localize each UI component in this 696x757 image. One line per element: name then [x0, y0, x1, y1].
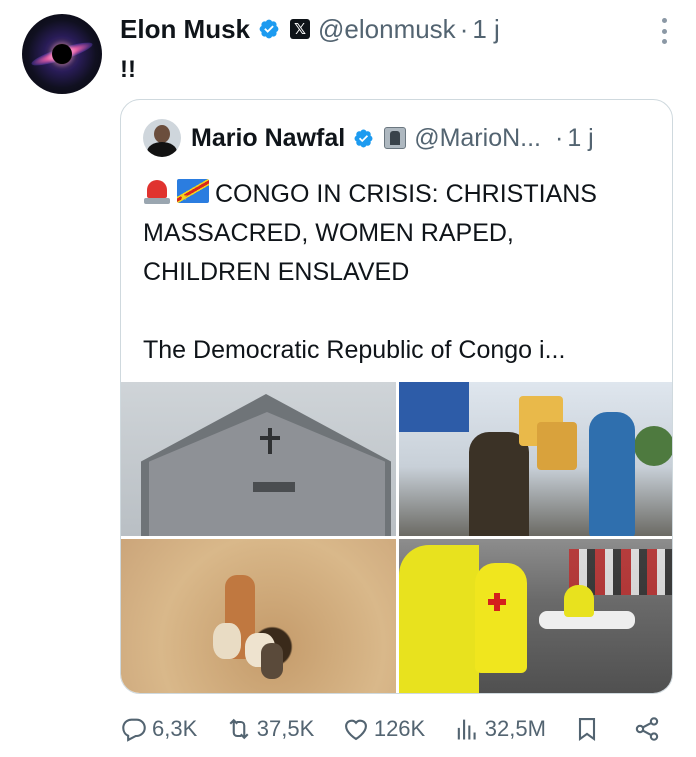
siren-emoji-icon [143, 176, 171, 206]
repost-button[interactable]: 37,5K [225, 715, 315, 743]
like-count: 126K [373, 716, 426, 741]
verified-badge-icon [354, 129, 373, 147]
author-avatar[interactable] [22, 14, 102, 94]
tweet-action-bar: 6,3K 37,5K 126K 32,5M [120, 711, 665, 747]
media-grid [121, 382, 672, 693]
media-image-red-cross-workers[interactable] [399, 539, 672, 693]
heart-icon [344, 719, 367, 741]
quoted-author-handle: @MarioN... [414, 123, 541, 152]
tweet-timestamp[interactable]: 1 j [472, 14, 499, 45]
reply-count: 6,3K [152, 716, 198, 741]
author-handle[interactable]: @elonmusk [318, 14, 456, 45]
share-icon [635, 717, 659, 741]
more-options-icon[interactable] [662, 18, 668, 44]
media-image-street-jerrycans[interactable] [399, 382, 672, 536]
headline-line-1: CONGO IN CRISIS: CHRISTIANS [215, 180, 597, 208]
like-button[interactable]: 126K [342, 715, 425, 743]
repost-count: 37,5K [256, 716, 315, 741]
quoted-tweet-text: CONGO IN CRISIS: CHRISTIANS MASSACRED, W… [143, 175, 658, 370]
media-image-church[interactable] [121, 382, 396, 536]
views-button[interactable]: 32,5M [453, 715, 546, 743]
views-chart-icon [457, 719, 476, 740]
views-count: 32,5M [484, 716, 546, 741]
separator-dot: · [459, 13, 469, 44]
quoted-tweet-header: Mario Nawfal @MarioN... · 1 j [143, 118, 594, 158]
reply-icon [122, 718, 146, 742]
bookmark-button[interactable] [573, 715, 605, 743]
media-image-mine[interactable] [121, 539, 396, 693]
author-name[interactable]: Elon Musk [120, 14, 250, 45]
verified-badge-icon [259, 19, 279, 39]
quoted-tweet-card[interactable]: Mario Nawfal @MarioN... · 1 j CONGO IN C… [120, 99, 673, 694]
headline-line-3: CHILDREN ENSLAVED [143, 258, 410, 286]
tweet-text: !! [120, 56, 136, 83]
quoted-timestamp: 1 j [567, 123, 594, 152]
x-affiliation-icon: 𝕏 [290, 19, 311, 39]
tweet-header: Elon Musk 𝕏 @elonmusk · 1 j [120, 12, 500, 46]
quoted-author-name: Mario Nawfal [191, 123, 346, 152]
reply-button[interactable]: 6,3K [120, 715, 197, 743]
repost-icon [229, 718, 249, 740]
share-button[interactable] [633, 715, 665, 743]
quoted-author-avatar [143, 119, 181, 157]
congo-flag-emoji-icon [177, 178, 209, 217]
quoted-body-text: The Democratic Republic of Congo i... [143, 336, 566, 364]
separator-dot: · [555, 123, 564, 152]
bookmark-icon [579, 718, 596, 741]
headline-line-2: MASSACRED, WOMEN RAPED, [143, 219, 514, 247]
affiliation-badge-icon [384, 127, 407, 149]
